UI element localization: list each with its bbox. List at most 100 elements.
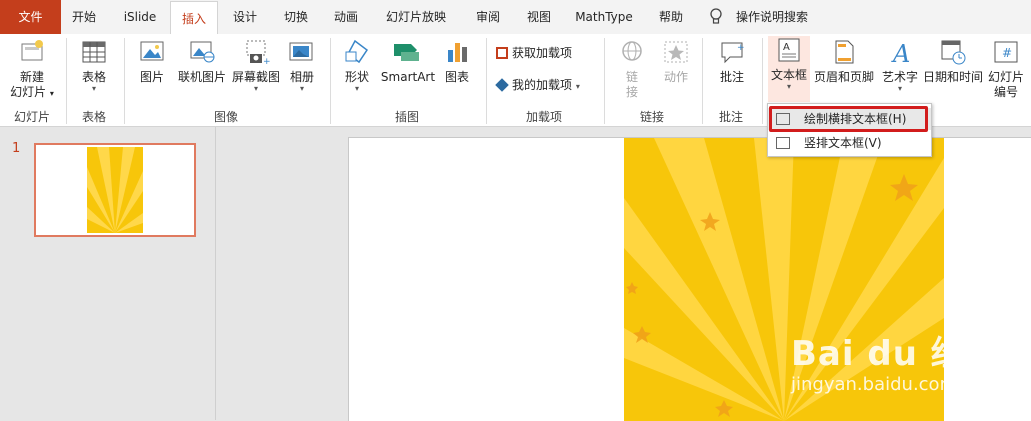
my-addins-button[interactable]: 我的加载项 ▾ xyxy=(495,78,596,94)
header-footer-button[interactable]: 页眉和页脚 xyxy=(812,38,876,85)
wordart-label: 艺术字 xyxy=(881,70,918,84)
store-icon xyxy=(496,47,508,59)
tell-me-search[interactable]: 操作说明搜索 xyxy=(736,0,816,34)
smartart-button[interactable]: SmartArt xyxy=(378,38,438,85)
slide-number-icon: # xyxy=(994,41,1018,63)
slide-thumbnail-number: 1 xyxy=(12,141,21,156)
calendar-clock-icon xyxy=(941,40,966,65)
comment-label: 批注 xyxy=(719,70,744,84)
tab-design[interactable]: 设计 xyxy=(222,0,268,34)
tab-mathtype[interactable]: MathType xyxy=(568,0,640,34)
tab-view[interactable]: 视图 xyxy=(516,0,562,34)
chevron-down-icon: ▾ xyxy=(91,84,96,93)
shapes-label: 形状 xyxy=(344,70,369,84)
tab-slideshow[interactable]: 幻灯片放映 xyxy=(376,0,456,34)
get-addins-label: 获取加载项 xyxy=(512,46,573,60)
datetime-label: 日期和时间 xyxy=(922,70,983,84)
ribbon-tab-bar: 文件 开始 iSlide 插入 设计 切换 动画 幻灯片放映 审阅 视图 Mat… xyxy=(0,0,1031,35)
thumbnail-sunburst-image xyxy=(87,147,143,233)
table-icon xyxy=(82,41,106,63)
svg-text:#: # xyxy=(1002,46,1012,60)
textbox-button[interactable]: A 文本框 ▾ xyxy=(768,36,810,102)
lightbulb-icon xyxy=(706,0,726,34)
tab-help[interactable]: 帮助 xyxy=(648,0,694,34)
header-footer-label: 页眉和页脚 xyxy=(813,70,874,84)
slide-canvas[interactable]: Bai du 经验 jingyan.baidu.com xyxy=(348,137,1031,421)
group-label-slides: 幻灯片 xyxy=(13,110,50,124)
get-addins-button[interactable]: 获取加载项 xyxy=(496,46,596,61)
svg-text:A: A xyxy=(891,40,910,66)
table-label: 表格 xyxy=(81,70,106,84)
slide-thumbnail-pane: 1 xyxy=(0,127,216,420)
shapes-button[interactable]: 形状 ▾ xyxy=(338,38,376,93)
screenshot-label: 屏幕截图 xyxy=(231,70,280,84)
chevron-down-icon: ▾ xyxy=(299,84,304,93)
screenshot-button[interactable]: + 屏幕截图 ▾ xyxy=(230,38,282,93)
watermark-brand: Bai du 经验 xyxy=(791,334,1001,374)
menu-item-vertical-textbox[interactable]: 竖排文本框(V) xyxy=(768,132,931,154)
comment-button[interactable]: + 批注 xyxy=(712,38,752,85)
header-footer-icon xyxy=(835,40,854,64)
new-slide-label-1: 新建 xyxy=(19,70,44,84)
group-label-comments: 批注 xyxy=(718,110,743,124)
online-picture-label: 联机图片 xyxy=(177,70,226,84)
picture-button[interactable]: 图片 xyxy=(132,38,172,85)
screenshot-icon: + xyxy=(246,40,271,67)
group-label-addins: 加载项 xyxy=(525,110,562,124)
action-button[interactable]: 动作 xyxy=(656,38,696,85)
tab-file[interactable]: 文件 xyxy=(0,0,61,34)
chevron-down-icon: ▾ xyxy=(897,84,902,93)
menu-item-vertical-label: 竖排文本框(V) xyxy=(804,136,882,150)
slide-thumbnail[interactable] xyxy=(34,143,196,237)
table-button[interactable]: 表格 ▾ xyxy=(72,38,116,93)
chart-label: 图表 xyxy=(444,70,469,84)
new-slide-icon xyxy=(21,40,43,61)
textbox-icon: A xyxy=(778,38,800,62)
group-label-illustrations: 插图 xyxy=(394,110,419,124)
link-label-1: 链 xyxy=(625,70,638,84)
chevron-down-icon: ▾ xyxy=(354,84,359,93)
group-label-links: 链接 xyxy=(639,110,664,124)
vertical-textbox-icon xyxy=(776,137,790,149)
wordart-button[interactable]: A 艺术字 ▾ xyxy=(878,38,922,93)
picture-label: 图片 xyxy=(139,70,164,84)
online-picture-button[interactable]: 联机图片 xyxy=(174,38,230,85)
tab-animations[interactable]: 动画 xyxy=(323,0,369,34)
textbox-label: 文本框 xyxy=(770,68,807,82)
new-slide-button[interactable]: 新建 幻灯片 ▾ xyxy=(6,38,58,101)
svg-text:+: + xyxy=(263,57,271,66)
svg-text:+: + xyxy=(737,43,745,53)
group-label-tables: 表格 xyxy=(81,110,106,124)
highlight-box xyxy=(769,106,928,132)
tab-insert[interactable]: 插入 xyxy=(170,1,218,35)
link-button[interactable]: 链 接 xyxy=(614,38,650,100)
chevron-down-icon: ▾ xyxy=(786,82,791,91)
action-star-icon xyxy=(664,41,688,63)
action-label: 动作 xyxy=(663,70,688,84)
slide-number-label-1: 幻灯片 xyxy=(987,70,1024,84)
slide-number-button[interactable]: # 幻灯片 编号 xyxy=(984,38,1028,100)
tab-home[interactable]: 开始 xyxy=(61,0,107,34)
chart-icon xyxy=(448,43,467,62)
comment-icon: + xyxy=(721,42,745,64)
wordart-icon: A xyxy=(891,40,910,68)
tab-review[interactable]: 审阅 xyxy=(465,0,511,34)
tab-islide[interactable]: iSlide xyxy=(115,0,165,34)
album-label: 相册 xyxy=(289,70,314,84)
slide-number-label-2: 编号 xyxy=(993,85,1018,99)
chevron-down-icon: ▾ xyxy=(575,82,580,91)
tab-transitions[interactable]: 切换 xyxy=(273,0,319,34)
my-addins-label: 我的加载项 xyxy=(512,78,573,92)
online-picture-icon xyxy=(190,41,215,63)
chevron-down-icon: ▾ xyxy=(253,84,258,93)
smartart-icon xyxy=(394,44,419,61)
watermark-url: jingyan.baidu.com xyxy=(791,374,958,395)
svg-text:A: A xyxy=(783,42,790,53)
smartart-label: SmartArt xyxy=(380,70,436,84)
globe-link-icon xyxy=(622,41,642,61)
picture-icon xyxy=(140,41,164,61)
new-slide-label-2: 幻灯片 ▾ xyxy=(10,85,54,99)
chart-button[interactable]: 图表 xyxy=(440,38,474,85)
album-button[interactable]: 相册 ▾ xyxy=(284,38,320,93)
datetime-button[interactable]: 日期和时间 xyxy=(922,38,984,85)
